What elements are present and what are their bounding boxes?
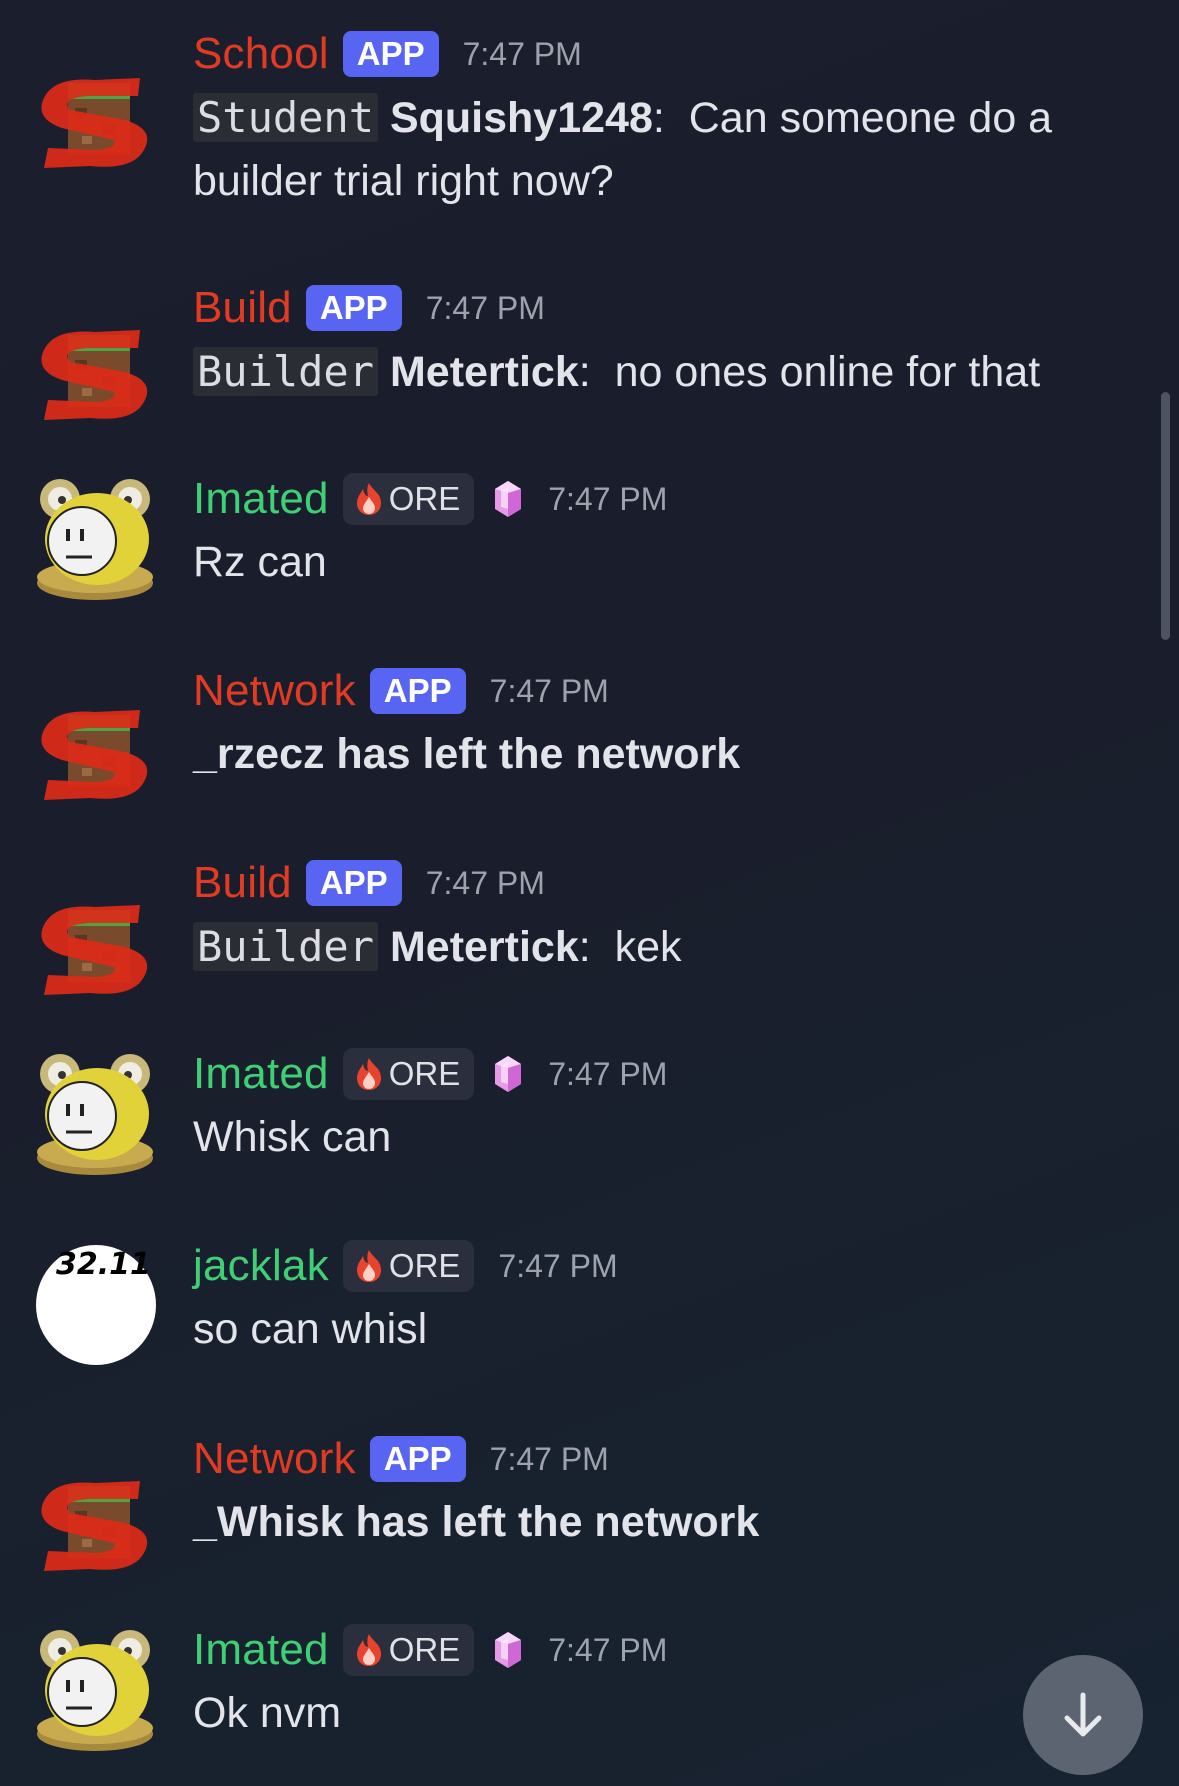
user-avatar[interactable] (30, 1624, 160, 1754)
server-avatar[interactable] (30, 48, 160, 178)
message-content: _Whisk has left the network (193, 1498, 760, 1546)
timestamp: 7:47 PM (489, 672, 609, 709)
message-content: Rz can (193, 538, 327, 586)
timestamp: 7:47 PM (462, 35, 582, 72)
timestamp: 7:47 PM (548, 480, 668, 517)
fire-icon (356, 1058, 381, 1090)
message-content: no ones online for that (614, 348, 1041, 396)
role-tag: Builder (193, 922, 379, 971)
timestamp: 7:47 PM (498, 1247, 618, 1284)
ore-tag-badge[interactable]: ORE (342, 1240, 475, 1292)
message-text: Builder Metertick: no ones online for th… (193, 340, 1149, 404)
author-name[interactable]: Imated (193, 1625, 329, 1675)
message-content: kek (614, 923, 682, 971)
timestamp: 7:47 PM (548, 1631, 668, 1668)
message-text: Builder Metertick: kek (193, 915, 1149, 979)
server-avatar[interactable] (30, 1451, 160, 1581)
author-name[interactable]: Network (193, 1434, 356, 1484)
gem-icon[interactable] (492, 1630, 524, 1670)
user-avatar[interactable] (30, 473, 160, 603)
timestamp: 7:47 PM (425, 289, 545, 326)
message-content: Ok nvm (193, 1689, 342, 1737)
author-name[interactable]: Imated (193, 1049, 329, 1099)
in-game-username: Squishy1248 (389, 94, 653, 142)
avatar-text: 32.11 (56, 1247, 151, 1282)
ore-badge-label: ORE (388, 1055, 461, 1092)
in-game-username: Metertick (389, 923, 579, 971)
message-content: _rzecz has left the network (193, 730, 741, 778)
jump-to-present-button[interactable] (1023, 1655, 1143, 1775)
app-badge: APP (369, 668, 466, 714)
fire-icon (356, 483, 381, 515)
message-content: so can whisl (193, 1305, 428, 1353)
role-tag: Builder (193, 347, 379, 396)
app-badge: APP (305, 860, 402, 906)
timestamp: 7:47 PM (425, 864, 545, 901)
fire-icon (356, 1634, 381, 1666)
author-name[interactable]: Network (193, 666, 356, 716)
author-name[interactable]: jacklak (193, 1241, 329, 1291)
ore-tag-badge[interactable]: ORE (342, 473, 475, 525)
role-tag: Student (193, 93, 379, 142)
author-name[interactable]: Imated (193, 474, 329, 524)
ore-tag-badge[interactable]: ORE (342, 1624, 475, 1676)
arrow-down-icon (1064, 1692, 1102, 1737)
app-badge: APP (369, 1436, 466, 1482)
ore-badge-label: ORE (388, 1631, 461, 1668)
server-avatar[interactable] (30, 875, 160, 1005)
scrollbar[interactable] (1161, 392, 1170, 640)
author-name[interactable]: Build (193, 283, 292, 333)
author-name[interactable]: Build (193, 858, 292, 908)
fire-icon (356, 1250, 381, 1282)
author-name[interactable]: School (193, 29, 329, 79)
ore-badge-label: ORE (388, 480, 461, 517)
timestamp: 7:47 PM (548, 1055, 668, 1092)
ore-badge-label: ORE (388, 1247, 461, 1284)
gem-icon[interactable] (492, 479, 524, 519)
timestamp: 7:47 PM (489, 1440, 609, 1477)
ore-tag-badge[interactable]: ORE (342, 1048, 475, 1100)
user-avatar[interactable]: 32.11 (36, 1245, 156, 1365)
server-avatar[interactable] (30, 680, 160, 810)
gem-icon[interactable] (492, 1054, 524, 1094)
server-avatar[interactable] (30, 300, 160, 430)
user-avatar[interactable] (30, 1048, 160, 1178)
app-badge: APP (342, 31, 439, 77)
message-text: Student Squishy1248: Can someone do a bu… (193, 93, 1053, 205)
message-content: Whisk can (193, 1113, 392, 1161)
in-game-username: Metertick (389, 348, 579, 396)
app-badge: APP (305, 285, 402, 331)
